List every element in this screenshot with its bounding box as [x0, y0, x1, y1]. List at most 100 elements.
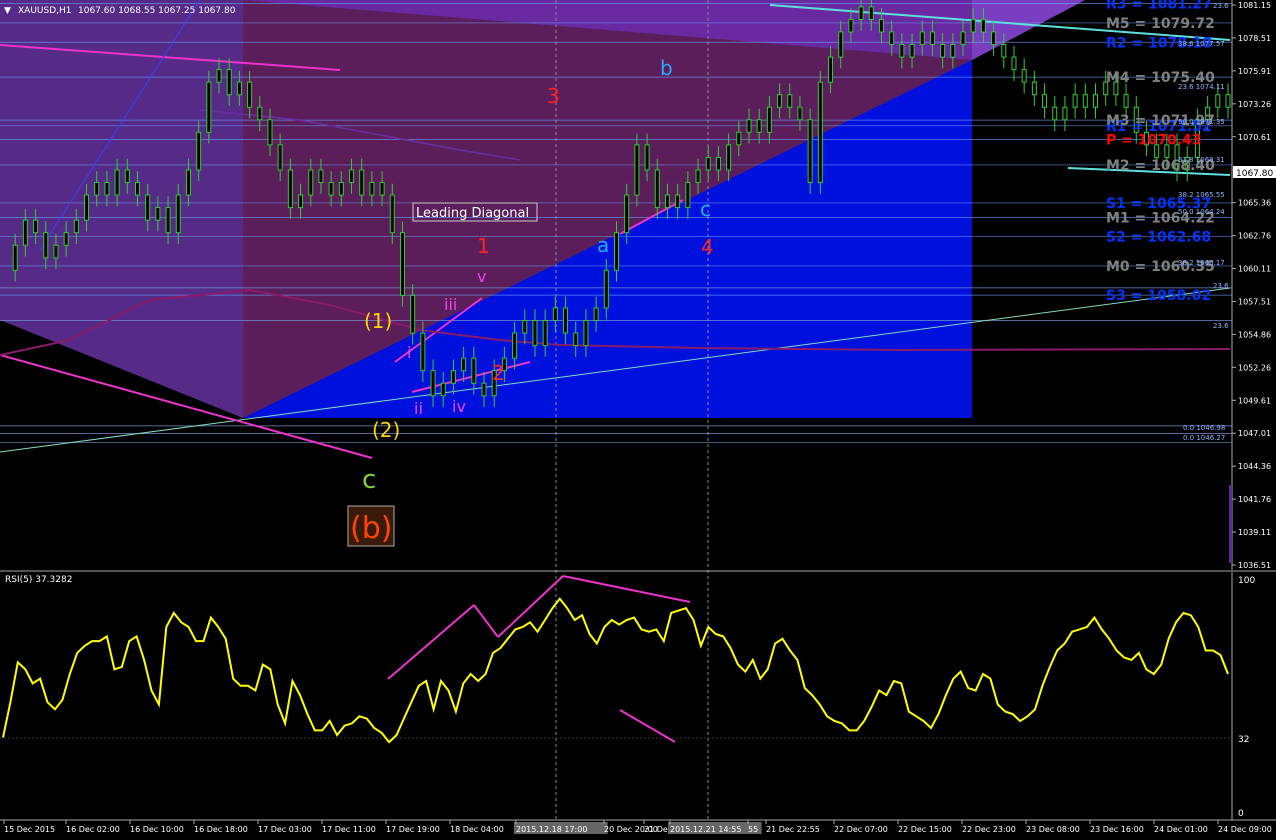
pivot-label-S2: S2 = 1062.68 [1106, 230, 1211, 246]
candle-body [12, 244, 18, 271]
candle-body [563, 307, 569, 334]
wave-c-green: c [362, 465, 376, 495]
candle-body [247, 81, 253, 108]
fib-label: 23.6 [1213, 322, 1229, 330]
price-tick-label: 1075.91 [1238, 67, 1271, 76]
candle-body [175, 194, 181, 234]
candle-body [287, 169, 293, 209]
candle-body [695, 169, 701, 184]
time-tick-label: 17 Dec 03:00 [258, 825, 312, 834]
time-tick-label: 16 Dec 10:00 [130, 825, 184, 834]
candle-body [797, 106, 803, 121]
candle-body [1082, 94, 1088, 108]
time-tick-label: 15 Dec 2015 [4, 825, 55, 834]
candle-body [715, 156, 721, 171]
candle-body [848, 18, 854, 33]
candle-body [664, 194, 670, 209]
candle-body [1123, 94, 1129, 108]
candle-body [450, 370, 456, 384]
current-price-label: 1067.80 [1236, 169, 1273, 179]
candle-body [196, 131, 202, 171]
candle-body [991, 31, 997, 46]
candle-body [1031, 81, 1037, 96]
candle-body [787, 94, 793, 108]
candle-body [980, 18, 986, 33]
candle-body [552, 307, 558, 322]
candle-body [43, 232, 49, 259]
candle-body [726, 144, 732, 171]
candle-body [185, 169, 191, 196]
price-chart[interactable]: R3 = 1081.27M5 = 1079.72R2 = 1078.18M4 =… [0, 0, 1276, 840]
candle-body [1021, 69, 1027, 83]
wave-b-label: (b) [350, 511, 392, 546]
candle-body [970, 18, 976, 33]
candle-body [471, 357, 477, 384]
candle-body [389, 194, 395, 234]
candle-body [766, 106, 772, 133]
time-tick-label: 55 [748, 825, 758, 834]
wave-c-blue: c [700, 197, 711, 221]
price-tick-label: 1073.26 [1238, 100, 1271, 109]
rsi-title: RSI(5) 37.3282 [5, 575, 72, 585]
candle-body [124, 169, 130, 184]
candle-body [929, 31, 935, 46]
rsi-tick-0: 0 [1238, 809, 1244, 819]
candle-body [379, 182, 385, 196]
fib-label: 50.0 1071.35 [1178, 118, 1225, 126]
price-tick-label: 1047.01 [1238, 429, 1271, 438]
candle-body [1215, 94, 1221, 108]
fib-label: 50.0 1064.24 [1178, 208, 1225, 216]
candle-body [828, 56, 834, 83]
symbol-label: XAUUSD,H1 [18, 6, 72, 16]
candle-body [84, 194, 90, 221]
candle-body [919, 31, 925, 46]
time-tick-label: 24 Dec 01:00 [1154, 825, 1208, 834]
candle-body [960, 31, 966, 46]
candle-body [481, 382, 487, 397]
price-tick-label: 1054.86 [1238, 330, 1271, 339]
candle-body [624, 194, 630, 234]
candle-body [603, 269, 609, 309]
candle-body [226, 69, 232, 96]
candle-body [705, 156, 711, 171]
fib-label: 38.2 1065.55 [1178, 191, 1225, 199]
candle-body [298, 194, 304, 209]
wave-i: i [407, 343, 411, 362]
candle-body [522, 320, 528, 334]
wave-4-red: 4 [701, 235, 714, 259]
candle-body [512, 332, 518, 359]
candle-body [73, 219, 79, 234]
candle-body [583, 320, 589, 347]
candle-body [878, 18, 884, 33]
candle-body [267, 119, 273, 146]
price-tick-label: 1039.11 [1238, 528, 1271, 537]
price-tick-label: 1057.51 [1238, 297, 1271, 306]
scroll-marker [1229, 485, 1232, 563]
pivot-label-M5: M5 = 1079.72 [1106, 16, 1215, 32]
candle-body [1072, 94, 1078, 108]
candle-body [756, 119, 762, 133]
pivot-label-S3: S3 = 1058.02 [1106, 288, 1211, 304]
candle-body [858, 6, 864, 20]
time-tick-label: 2015.12.21 14:55 [670, 825, 741, 834]
candle-body [430, 370, 436, 397]
candle-body [104, 182, 110, 196]
candle-body [1062, 106, 1068, 121]
wave-1-paren: (1) [364, 309, 392, 333]
fib-label: 38.6 1077.57 [1178, 40, 1225, 48]
price-tick-label: 1078.51 [1238, 34, 1271, 43]
wave-2-red: 2 [492, 361, 505, 385]
candle-body [1001, 44, 1007, 58]
candle-body [63, 232, 69, 246]
candle-body [440, 382, 446, 397]
candle-body [950, 44, 956, 58]
leading-diagonal-label: Leading Diagonal [416, 206, 529, 221]
candle-body [308, 169, 314, 196]
candle-body [675, 194, 681, 209]
wave-b-blue: b [660, 56, 673, 80]
time-tick-label: 22 Dec 23:00 [962, 825, 1016, 834]
candle-body [889, 31, 895, 46]
fib-label: 38.2 1060.17 [1178, 259, 1225, 267]
candle-body [94, 182, 100, 196]
candle-body [410, 294, 416, 334]
